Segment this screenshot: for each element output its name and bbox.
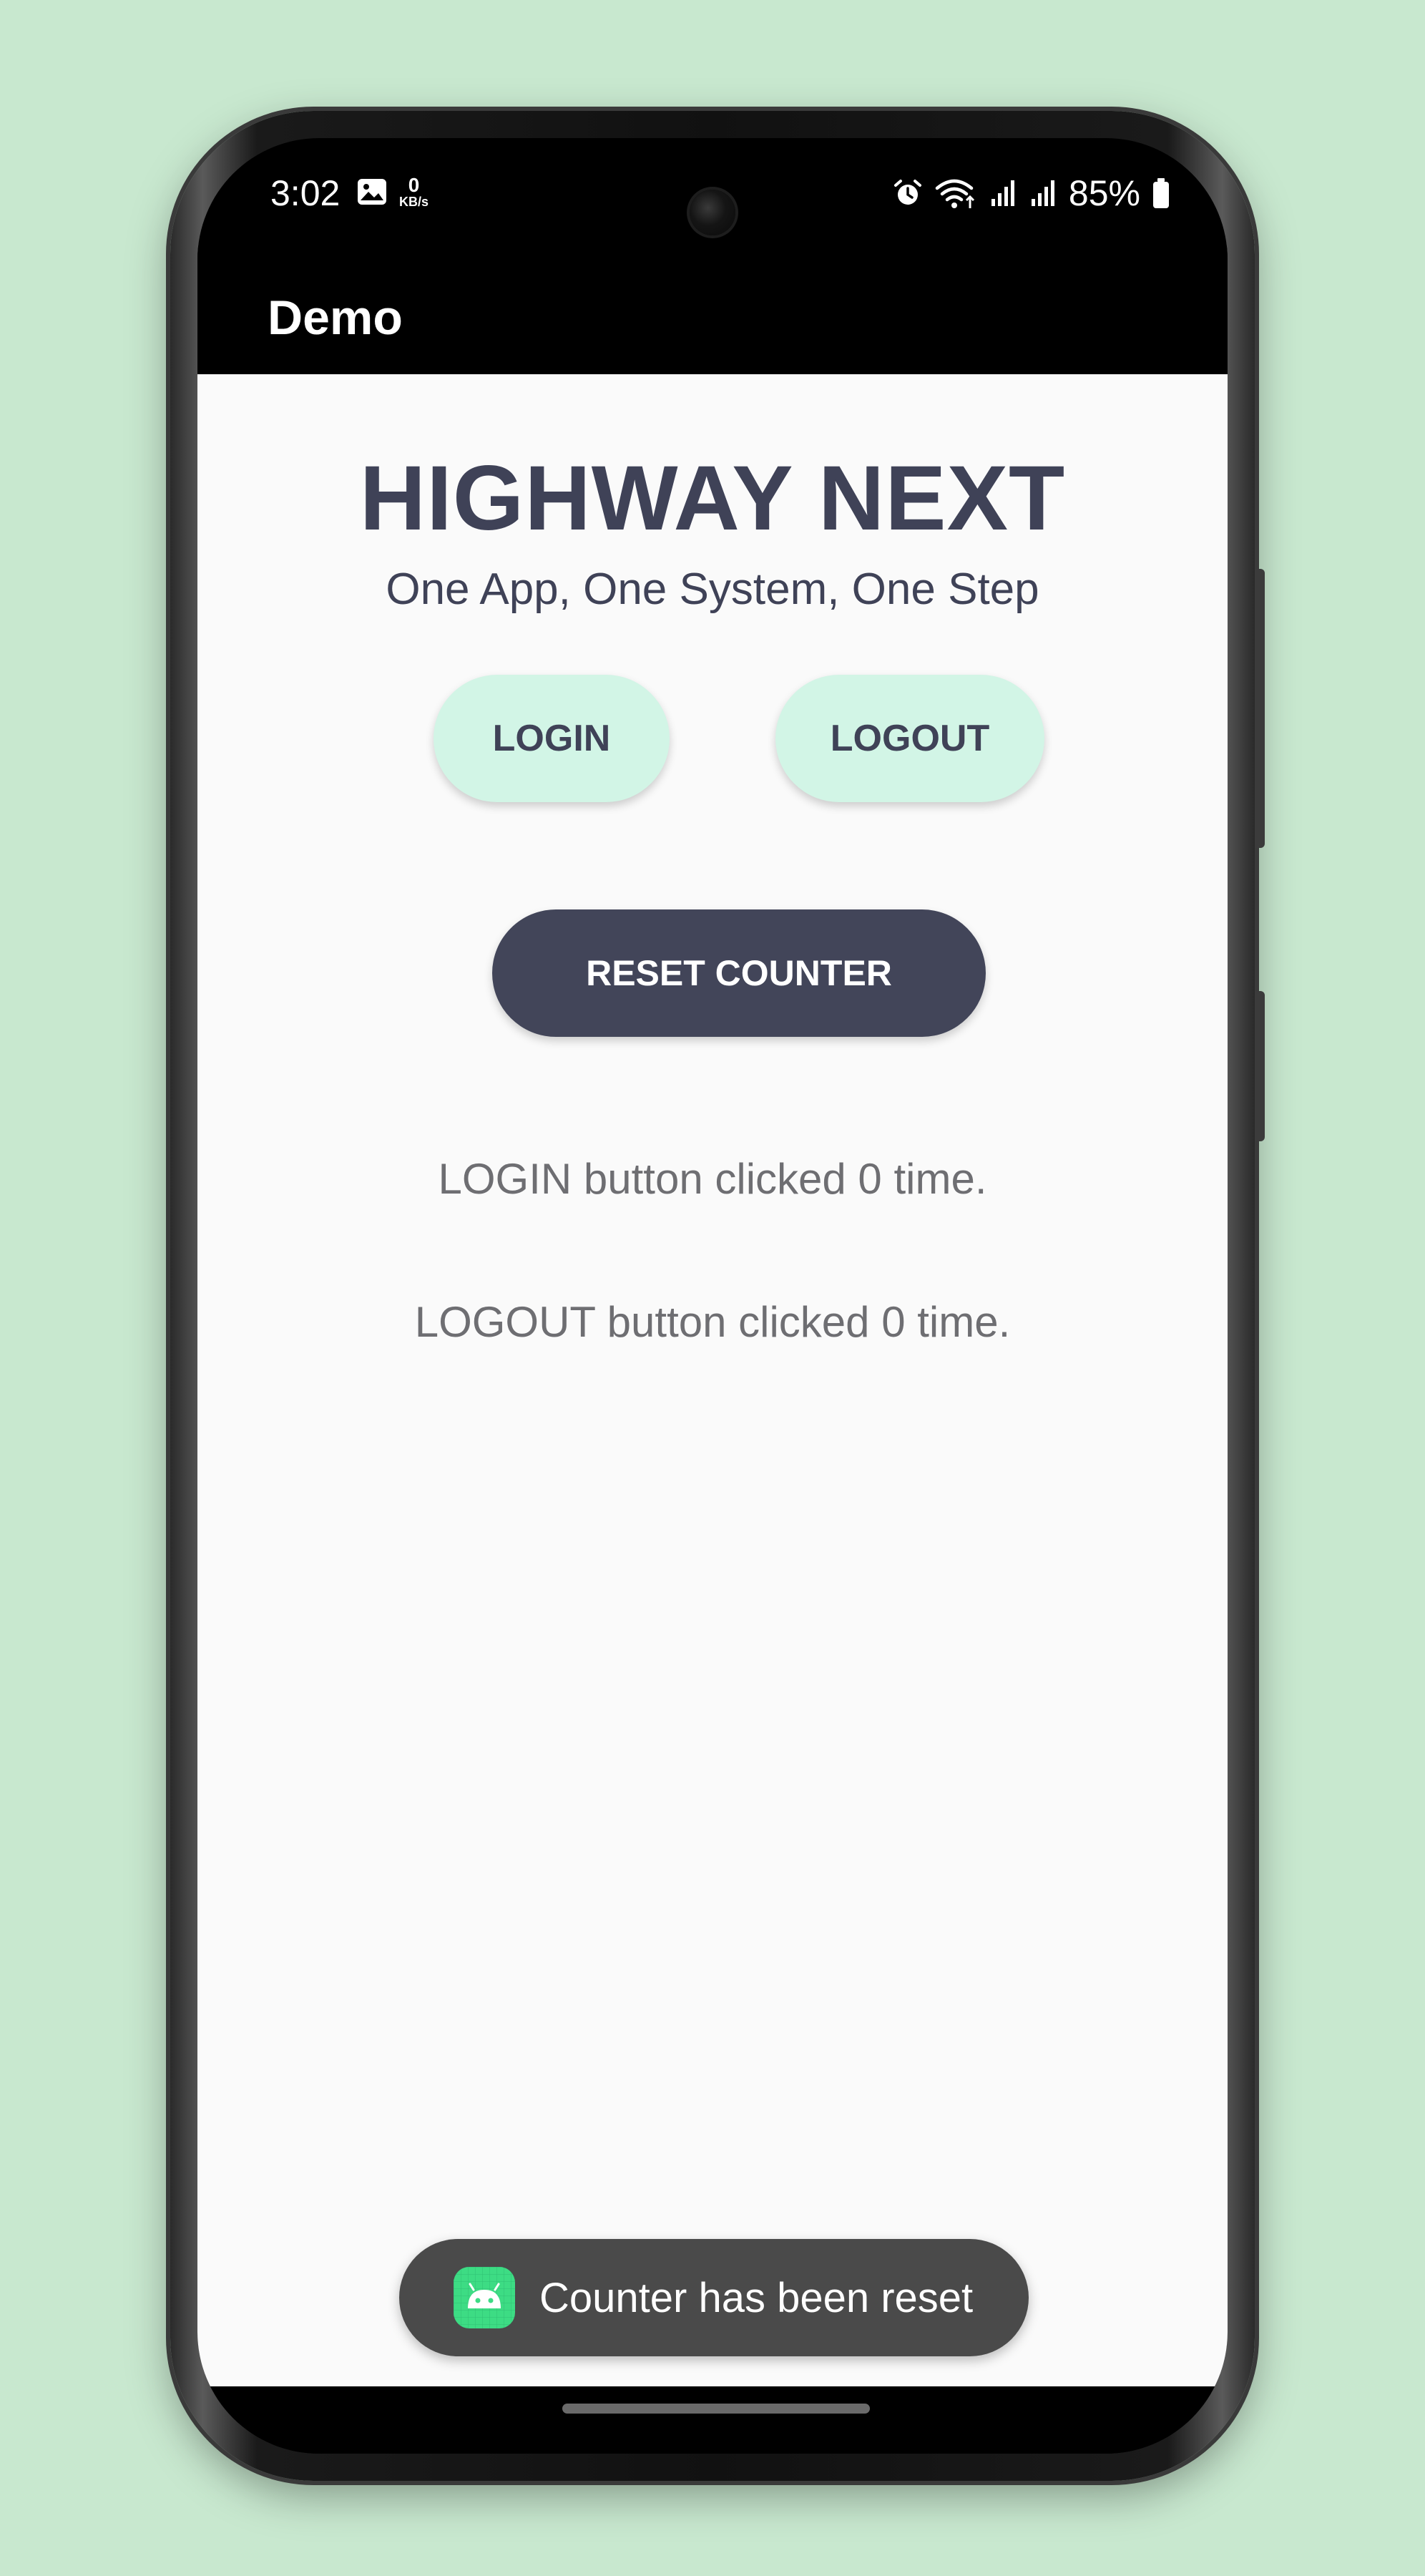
logout-count-text: LOGOUT button clicked 0 time. bbox=[414, 1298, 1011, 1346]
phone-frame: 3:02 0 KB/s 85% Demo HIGHWAY NEXT One Ap… bbox=[170, 111, 1265, 2481]
speed-unit: KB/s bbox=[399, 195, 429, 209]
brand-title: HIGHWAY NEXT bbox=[359, 447, 1066, 550]
login-button[interactable]: LOGIN bbox=[434, 675, 670, 802]
status-time: 3:02 bbox=[270, 173, 341, 213]
toast: Counter has been reset bbox=[399, 2239, 1029, 2356]
logout-button[interactable]: LOGOUT bbox=[775, 675, 1044, 802]
front-camera bbox=[690, 190, 735, 235]
alarm-icon bbox=[893, 180, 921, 205]
gallery-icon bbox=[358, 179, 386, 205]
network-speed: 0 KB/s bbox=[399, 174, 429, 209]
battery-percent: 85% bbox=[1068, 173, 1140, 213]
volume-button bbox=[1255, 991, 1265, 1141]
signal-icon-2 bbox=[1031, 180, 1054, 206]
android-icon bbox=[454, 2267, 515, 2328]
main-content: HIGHWAY NEXT One App, One System, One St… bbox=[197, 374, 1228, 2386]
navigation-bar bbox=[197, 2386, 1228, 2454]
status-bar: 3:02 0 KB/s 85% bbox=[197, 138, 1228, 245]
signal-icon-1 bbox=[991, 180, 1014, 206]
reset-counter-button[interactable]: RESET COUNTER bbox=[492, 909, 986, 1037]
screen: 3:02 0 KB/s 85% Demo HIGHWAY NEXT One Ap… bbox=[197, 138, 1228, 2454]
status-right-icons: 85% bbox=[893, 172, 1170, 214]
power-button bbox=[1255, 569, 1265, 848]
status-left-icons: 0 KB/s bbox=[356, 175, 429, 208]
app-title: Demo bbox=[268, 291, 403, 345]
toast-message: Counter has been reset bbox=[539, 2274, 974, 2321]
app-bar: Demo bbox=[197, 245, 1228, 374]
wifi-icon bbox=[935, 179, 974, 208]
speed-value: 0 bbox=[408, 174, 420, 196]
battery-icon bbox=[1153, 178, 1169, 208]
home-indicator[interactable] bbox=[562, 2404, 870, 2414]
login-count-text: LOGIN button clicked 0 time. bbox=[438, 1155, 987, 1203]
brand-subtitle: One App, One System, One Step bbox=[386, 565, 1039, 614]
